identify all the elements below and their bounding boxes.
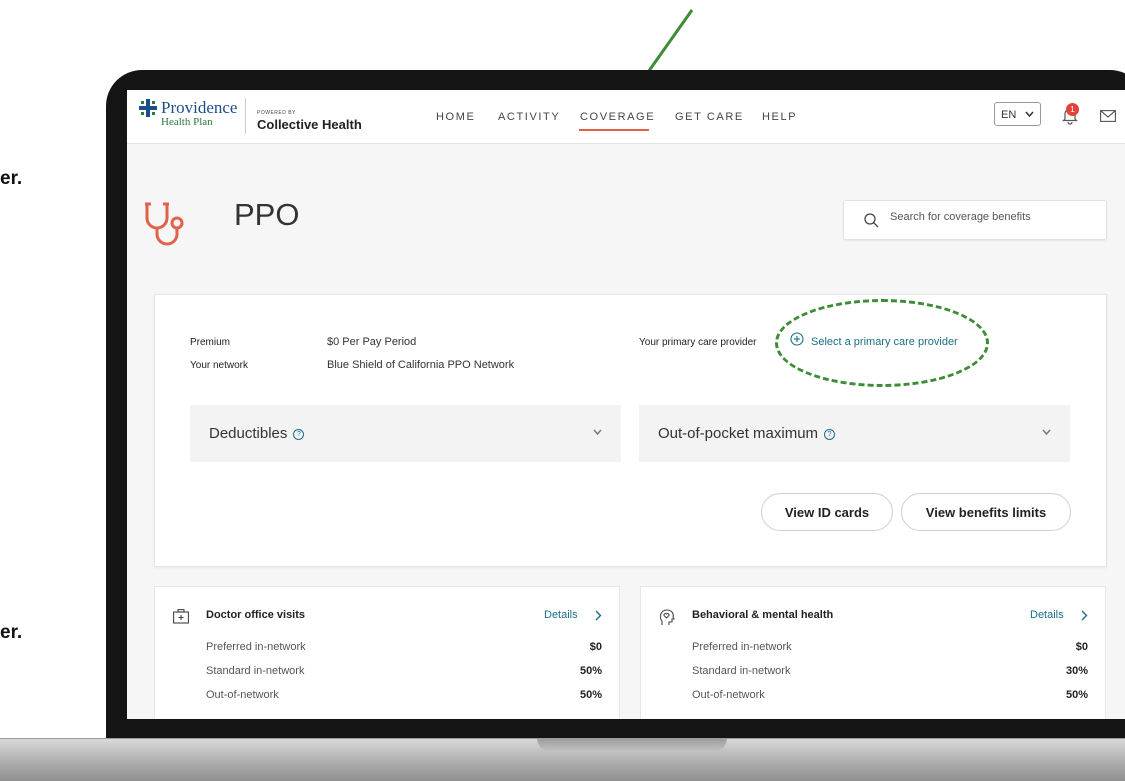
nav-home[interactable]: HOME: [436, 111, 475, 123]
row-value: $0: [589, 641, 602, 653]
partner-logo: Collective Health: [257, 117, 362, 132]
medical-kit-icon: [173, 609, 189, 624]
logo-subtitle: Health Plan: [161, 116, 213, 128]
chevron-down-icon: [593, 429, 602, 436]
chevron-right-icon[interactable]: [1081, 610, 1088, 621]
plan-summary-card: Premium $0 Per Pay Period Your network B…: [154, 294, 1107, 567]
deductibles-title: Deductibles?: [209, 425, 305, 442]
benefit-card-behavioral-health: Behavioral & mental health Details Prefe…: [640, 586, 1106, 719]
row-label: Preferred in-network: [206, 641, 306, 653]
nav-get-care[interactable]: GET CARE: [675, 111, 744, 123]
page-title: PPO: [234, 197, 300, 232]
row-label: Out-of-network: [206, 689, 279, 701]
search-icon: [864, 213, 879, 228]
deductibles-accordion[interactable]: Deductibles?: [190, 405, 621, 462]
side-text-fragment: er.: [0, 168, 23, 189]
plus-circle-icon[interactable]: [790, 332, 804, 346]
out-of-pocket-accordion[interactable]: Out-of-pocket maximum?: [639, 405, 1070, 462]
row-label: Standard in-network: [206, 665, 305, 677]
notification-badge: 1: [1066, 103, 1079, 116]
search-box[interactable]: [843, 200, 1107, 240]
benefit-card-doctor-visits: Doctor office visits Details Preferred i…: [154, 586, 620, 719]
help-icon[interactable]: ?: [824, 429, 836, 440]
nav-help[interactable]: HELP: [762, 111, 797, 123]
cross-logo-icon: [139, 99, 157, 117]
premium-value: $0 Per Pay Period: [327, 336, 417, 348]
stethoscope-icon: [145, 202, 184, 246]
select-pcp-link[interactable]: Select a primary care provider: [811, 336, 958, 348]
language-value: EN: [1001, 109, 1017, 121]
logo-name: Providence: [161, 98, 238, 117]
row-label: Standard in-network: [692, 665, 791, 677]
providence-logo[interactable]: Providence Health Plan: [139, 99, 237, 128]
mail-icon[interactable]: [1100, 110, 1116, 122]
row-label: Out-of-network: [692, 689, 765, 701]
view-benefits-limits-button[interactable]: View benefits limits: [901, 493, 1071, 531]
head-heart-icon: [659, 609, 675, 625]
details-link[interactable]: Details: [544, 609, 578, 621]
benefit-title: Doctor office visits: [206, 609, 306, 621]
benefit-title: Behavioral & mental health: [692, 609, 834, 621]
network-label: Your network: [190, 360, 248, 371]
row-value: 50%: [579, 665, 602, 677]
row-value: 30%: [1065, 665, 1088, 677]
chevron-right-icon[interactable]: [595, 610, 602, 621]
nav-activity[interactable]: ACTIVITY: [498, 111, 560, 123]
details-link[interactable]: Details: [1030, 609, 1064, 621]
app-screen: Providence Health Plan POWERED BY Collec…: [127, 90, 1125, 719]
row-value: 50%: [1065, 689, 1088, 701]
row-value: 50%: [579, 689, 602, 701]
laptop-notch: [537, 738, 727, 752]
powered-by-label: POWERED BY: [257, 110, 296, 116]
row-label: Preferred in-network: [692, 641, 792, 653]
out-of-pocket-title: Out-of-pocket maximum?: [658, 425, 836, 442]
premium-label: Premium: [190, 337, 231, 348]
network-value: Blue Shield of California PPO Network: [327, 359, 515, 371]
search-input[interactable]: [888, 210, 1102, 224]
side-text-fragment: er.: [0, 622, 23, 643]
help-icon[interactable]: ?: [293, 429, 305, 440]
row-value: $0: [1075, 641, 1088, 653]
nav-active-indicator: [579, 129, 649, 131]
view-id-cards-button[interactable]: View ID cards: [761, 493, 893, 531]
chevron-down-icon: [1025, 111, 1034, 118]
top-navigation: Providence Health Plan POWERED BY Collec…: [127, 90, 1125, 144]
language-select[interactable]: EN: [994, 102, 1041, 126]
nav-coverage[interactable]: COVERAGE: [580, 111, 655, 123]
logo-divider: [245, 98, 246, 134]
chevron-down-icon: [1042, 429, 1051, 436]
pcp-label: Your primary care provider: [639, 337, 757, 348]
